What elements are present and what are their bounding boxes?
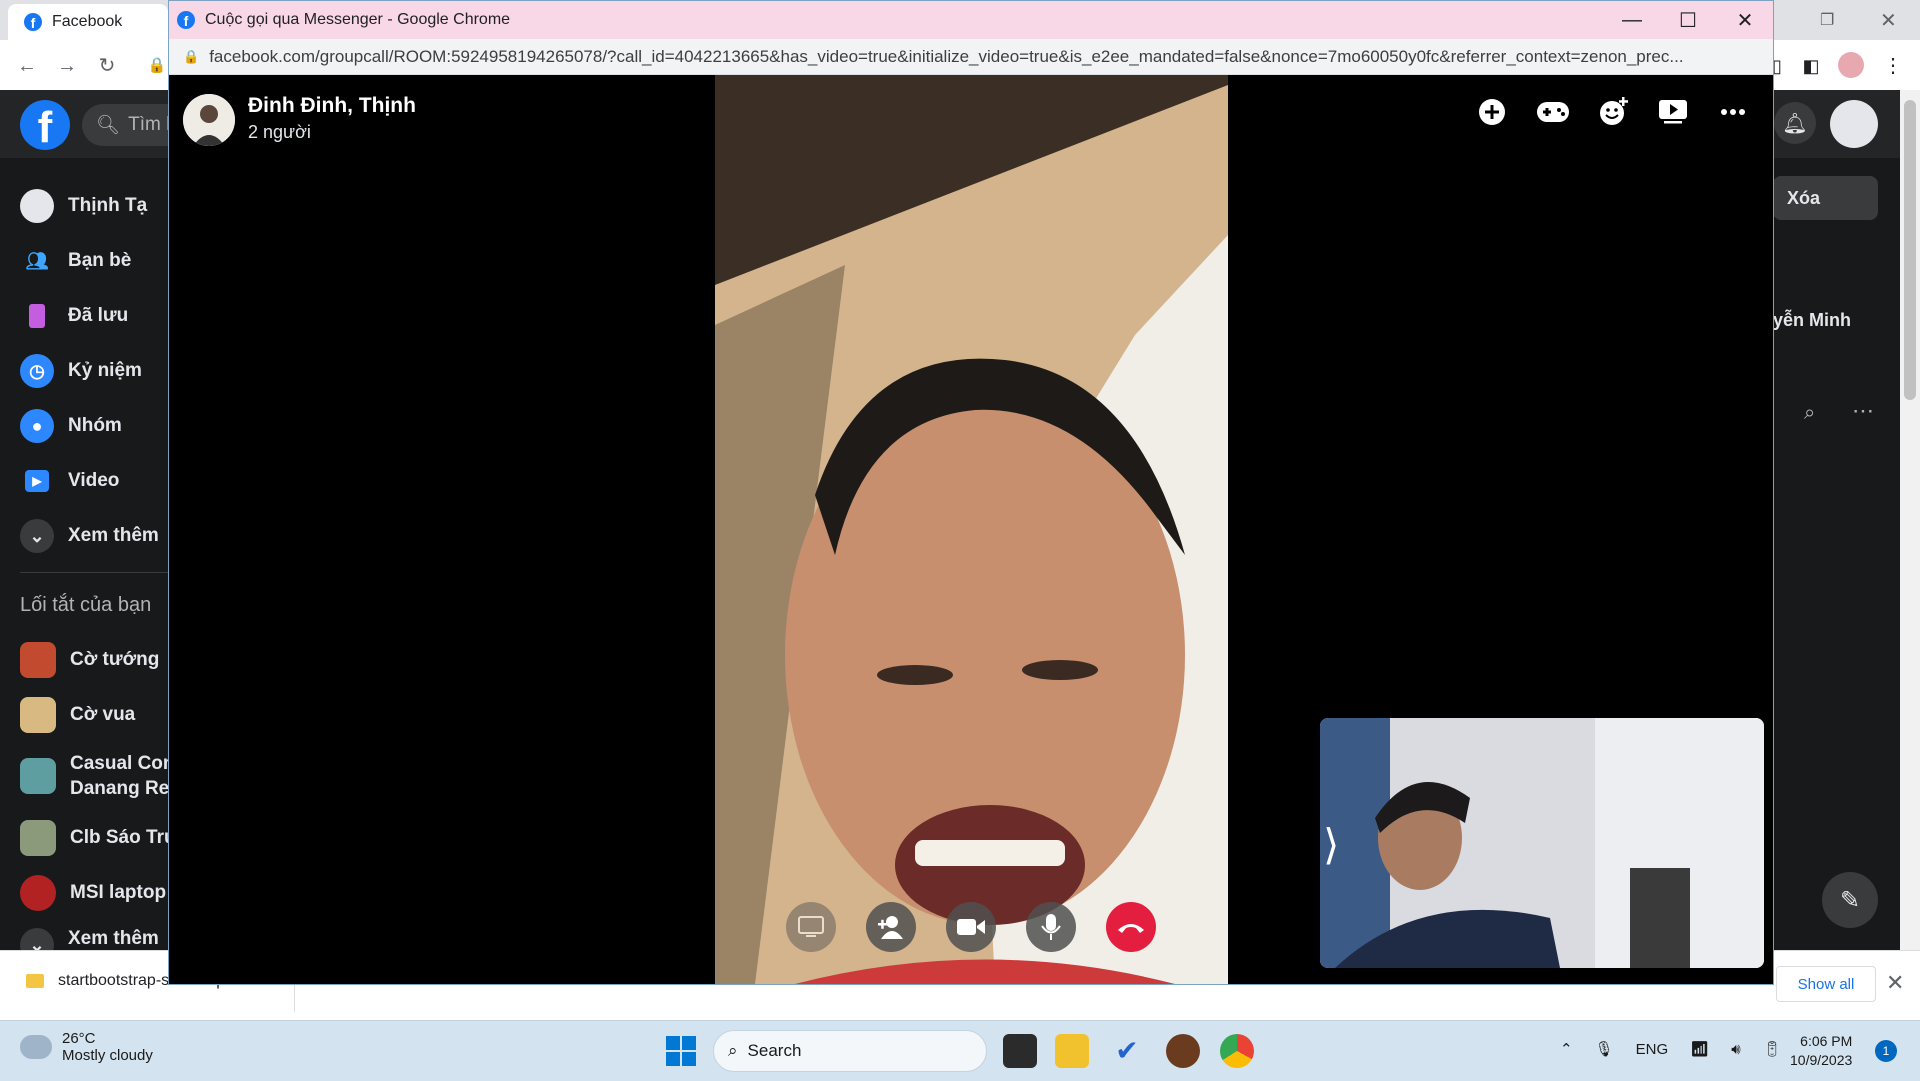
participant-count: 2 người — [248, 122, 311, 142]
sidebar-item-groups[interactable]: ● Nhóm — [20, 406, 122, 446]
lock-icon: 🔒 — [183, 48, 200, 64]
chevron-down-icon: ⌄ — [20, 928, 54, 950]
call-url-bar[interactable]: 🔒 facebook.com/groupcall/ROOM:5924958194… — [169, 39, 1773, 75]
sidebar-item-video[interactable]: ▶ Video — [20, 461, 119, 501]
bookmark-icon — [20, 299, 54, 333]
add-person-icon[interactable] — [866, 902, 916, 952]
system-tray: ⌃ 🎙︎ ENG 📶︎ 🔊︎ 🔋︎ — [1560, 1040, 1782, 1059]
cloudy-icon — [20, 1035, 52, 1059]
shortcuts-heading: Lối tắt của bạn — [20, 594, 152, 616]
facebook-logo[interactable]: f — [20, 100, 70, 152]
collapse-self-view-icon[interactable]: ⟩ — [1323, 820, 1339, 869]
bell-icon[interactable]: 🔔︎ — [1774, 102, 1816, 144]
chevron-down-icon: ⌄ — [20, 519, 54, 553]
weather-widget[interactable]: 26°C Mostly cloudy — [20, 1030, 153, 1064]
zip-file-icon — [26, 974, 44, 988]
maximize-icon[interactable]: ☐ — [1668, 6, 1708, 34]
sidebar-item-memories[interactable]: ◷ Kỷ niệm — [20, 351, 142, 391]
wifi-icon[interactable]: 📶︎ — [1690, 1040, 1709, 1058]
window-title: Cuộc gọi qua Messenger - Google Chrome — [205, 11, 511, 28]
compose-icon[interactable]: ✎ — [1822, 872, 1878, 928]
shortcut-thumbnail — [20, 875, 56, 911]
sidebar-item-saved[interactable]: Đã lưu — [20, 296, 128, 336]
more-icon[interactable] — [1715, 94, 1751, 130]
app-icon[interactable] — [1166, 1034, 1200, 1068]
taskbar-search[interactable]: ⌕ Search — [713, 1030, 987, 1072]
sidepanel-icon[interactable]: ◧ — [1800, 55, 1822, 77]
contact-name[interactable]: yễn Minh — [1773, 310, 1851, 331]
file-explorer-icon[interactable] — [1055, 1034, 1089, 1068]
forward-icon[interactable]: → — [56, 55, 78, 77]
search-icon[interactable]: ⌕ — [1804, 402, 1815, 425]
shortcut-item[interactable]: Cờ vua — [20, 695, 135, 735]
clock-icon: ◷ — [20, 354, 54, 388]
facebook-favicon-icon: f — [177, 11, 195, 29]
microphone-icon[interactable]: 🎙︎ — [1595, 1040, 1614, 1058]
notification-badge[interactable]: 1 — [1875, 1040, 1897, 1062]
search-icon: ⌕ — [728, 1041, 738, 1060]
profile-avatar[interactable] — [1838, 52, 1864, 78]
shortcut-see-more[interactable]: ⌄ Xem thêm — [20, 928, 159, 950]
show-all-button[interactable]: Show all — [1776, 966, 1876, 1002]
call-avatar — [183, 94, 235, 146]
shortcut-thumbnail — [20, 642, 56, 678]
remote-video — [715, 75, 1228, 984]
language-indicator[interactable]: ENG — [1636, 1041, 1669, 1058]
watch-together-icon[interactable] — [1655, 94, 1691, 130]
lock-icon: 🔒 — [147, 57, 167, 74]
sidebar-item-profile[interactable]: Thịnh Tạ — [20, 186, 147, 226]
shortcut-thumbnail — [20, 697, 56, 733]
sticky-notes-icon[interactable] — [1003, 1034, 1037, 1068]
reload-icon[interactable]: ↻ — [96, 55, 118, 77]
battery-icon[interactable]: 🔋︎ — [1763, 1040, 1782, 1058]
call-title: Đinh Đinh, Thịnh — [248, 94, 416, 117]
microphone-icon[interactable] — [1026, 902, 1076, 952]
scrollbar-thumb[interactable] — [1904, 100, 1916, 400]
windows-start-icon[interactable] — [665, 1035, 697, 1067]
share-screen-icon[interactable] — [786, 902, 836, 952]
close-icon[interactable]: ✕ — [1886, 970, 1904, 996]
account-avatar[interactable] — [1830, 100, 1878, 148]
sidebar-item-see-more[interactable]: ⌄ Xem thêm — [20, 516, 159, 556]
back-icon[interactable]: ← — [16, 55, 38, 77]
clock[interactable]: 6:06 PM 10/9/2023 — [1790, 1032, 1852, 1070]
kebab-menu-icon[interactable]: ⋮ — [1882, 55, 1904, 77]
close-icon[interactable]: ✕ — [1880, 8, 1897, 33]
end-call-icon[interactable] — [1106, 902, 1156, 952]
minimize-icon[interactable]: — — [1612, 6, 1652, 34]
tab-facebook[interactable]: f Facebook — [8, 4, 168, 40]
shortcut-item[interactable]: Clb Sáo Trúc — [20, 818, 186, 858]
add-icon[interactable] — [1474, 94, 1510, 130]
sidebar-item-friends[interactable]: 👥︎ Bạn bè — [20, 241, 132, 281]
avatar — [20, 189, 54, 223]
groups-icon: ● — [20, 409, 54, 443]
tab-title: Facebook — [52, 13, 123, 30]
chrome-icon[interactable] — [1220, 1034, 1254, 1068]
sidebar-divider — [20, 572, 168, 573]
todo-icon[interactable]: ✔ — [1110, 1034, 1144, 1068]
shortcut-thumbnail — [20, 758, 56, 794]
camera-icon[interactable] — [946, 902, 996, 952]
video-icon: ▶ — [20, 464, 54, 498]
shortcut-item[interactable]: Cờ tướng — [20, 640, 159, 680]
chevron-up-icon[interactable]: ⌃ — [1560, 1040, 1573, 1058]
gamepad-icon[interactable] — [1535, 94, 1571, 130]
right-panel — [1773, 158, 1920, 950]
effects-icon[interactable] — [1596, 94, 1632, 130]
shortcut-item[interactable]: Casual Com Danang Res — [20, 750, 180, 802]
call-window-titlebar[interactable]: f Cuộc gọi qua Messenger - Google Chrome — [169, 1, 1773, 39]
volume-icon[interactable]: 🔊︎ — [1731, 1041, 1740, 1058]
close-icon[interactable]: ✕ — [1725, 6, 1765, 34]
search-icon: 🔍︎ — [96, 115, 121, 136]
delete-button[interactable]: Xóa — [1773, 176, 1878, 220]
more-icon[interactable]: ⋯ — [1852, 398, 1874, 424]
shortcut-item[interactable]: MSI laptop — [20, 873, 166, 913]
shortcut-thumbnail — [20, 820, 56, 856]
friends-icon: 👥︎ — [25, 250, 49, 271]
restore-icon[interactable]: ❐ — [1820, 10, 1834, 30]
self-video[interactable] — [1320, 718, 1764, 968]
facebook-favicon-icon: f — [24, 13, 42, 31]
